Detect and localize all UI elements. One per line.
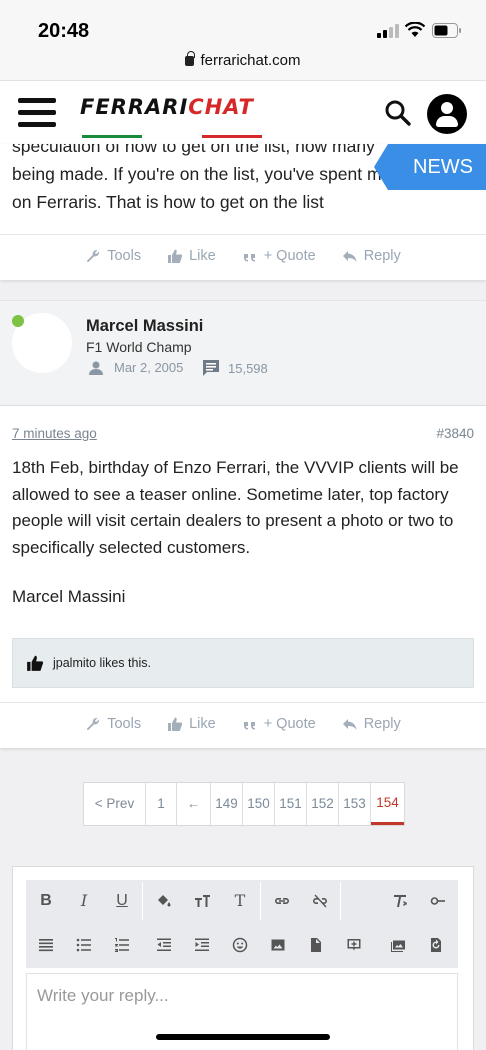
post-timestamp[interactable]: 7 minutes ago (12, 426, 97, 441)
site-header: FERRARICHAT (0, 80, 486, 144)
number-list-icon[interactable] (104, 926, 140, 964)
likes-summary: jpalmito likes this. (12, 638, 474, 688)
post-count: 15,598 (228, 361, 268, 376)
user-icon (89, 361, 103, 375)
like-button[interactable]: Like (167, 716, 216, 732)
post-actions: Tools Like + Quote Reply (0, 702, 486, 744)
news-tab[interactable]: NEWS (374, 144, 486, 190)
undo-icon[interactable] (418, 926, 454, 964)
author-name[interactable]: Marcel Massini (86, 317, 203, 336)
underline-button[interactable]: U (104, 882, 140, 920)
page-154-current[interactable]: 154 (371, 783, 404, 825)
outdent-icon[interactable] (146, 926, 182, 964)
page-153[interactable]: 153 (339, 783, 371, 825)
post-actions: Tools Like + Quote Reply (0, 234, 486, 276)
account-icon[interactable] (427, 94, 467, 134)
smiley-icon[interactable] (222, 926, 258, 964)
italic-button[interactable]: I (66, 882, 102, 920)
pagination: < Prev 1 ← 149 150 151 152 153 154 (83, 782, 405, 826)
image-icon[interactable] (260, 926, 296, 964)
font-size-icon[interactable] (184, 882, 220, 920)
indent-icon[interactable] (184, 926, 220, 964)
post-body: 18th Feb, birthday of Enzo Ferrari, the … (12, 458, 459, 557)
wrench-icon (87, 249, 100, 262)
clear-format-icon[interactable] (382, 882, 418, 920)
page-150[interactable]: 150 (243, 783, 275, 825)
lock-icon (185, 51, 195, 66)
like-button[interactable]: Like (167, 248, 216, 264)
reply-icon (342, 718, 357, 730)
tools-button[interactable]: Tools (85, 248, 141, 264)
url-text: ferrarichat.com (200, 52, 301, 69)
reply-button[interactable]: Reply (342, 716, 401, 732)
site-logo[interactable]: FERRARICHAT (80, 95, 254, 119)
text-style-button[interactable]: T (222, 882, 258, 920)
file-icon[interactable] (298, 926, 334, 964)
likes-text[interactable]: jpalmito likes this. (53, 656, 151, 670)
bullet-list-icon[interactable] (66, 926, 102, 964)
thumbs-up-icon (27, 655, 44, 671)
toggle-icon[interactable] (420, 882, 456, 920)
address-bar[interactable]: ferrarichat.com (0, 51, 486, 69)
clock: 20:48 (38, 20, 90, 42)
media-icon[interactable] (336, 926, 372, 964)
post-card: 7 minutes ago #3840 18th Feb, birthday o… (0, 406, 486, 748)
author-info: Marcel Massini F1 World Champ Mar 2, 200… (0, 300, 486, 406)
logo-stripe (82, 125, 266, 138)
thumbs-up-icon (168, 249, 183, 263)
align-icon[interactable] (28, 926, 64, 964)
quote-button[interactable]: + Quote (242, 248, 316, 264)
post-number[interactable]: #3840 (436, 426, 474, 441)
menu-icon[interactable] (18, 98, 56, 128)
unlink-icon[interactable] (302, 882, 338, 920)
reply-button[interactable]: Reply (342, 248, 401, 264)
signal-icon (377, 24, 399, 38)
reply-icon (342, 250, 357, 262)
reply-editor: B I U T Write your reply... (12, 866, 474, 1050)
prev-page-button[interactable]: < Prev (84, 783, 146, 825)
join-date: Mar 2, 2005 (114, 360, 184, 375)
fill-color-icon[interactable] (146, 882, 182, 920)
message-icon (203, 360, 219, 376)
quote-button[interactable]: + Quote (242, 716, 316, 732)
editor-toolbar: B I U T (26, 880, 458, 968)
quote-icon (243, 253, 255, 261)
link-icon[interactable] (264, 882, 300, 920)
quote-icon (243, 721, 255, 729)
page-1[interactable]: 1 (146, 783, 177, 825)
page-149[interactable]: 149 (211, 783, 243, 825)
thumbs-up-icon (168, 717, 183, 731)
online-indicator (12, 315, 24, 327)
gallery-icon[interactable] (380, 926, 416, 964)
news-label: NEWS (413, 156, 473, 178)
home-indicator (156, 1034, 330, 1040)
tools-button[interactable]: Tools (85, 716, 141, 732)
author-title: F1 World Champ (86, 339, 192, 355)
search-icon[interactable] (384, 99, 412, 127)
battery-icon (432, 23, 461, 38)
wrench-icon (87, 717, 100, 730)
post-signature: Marcel Massini (12, 587, 126, 606)
bold-button[interactable]: B (28, 882, 64, 920)
page-jump-icon[interactable]: ← (177, 783, 211, 825)
page-152[interactable]: 152 (307, 783, 339, 825)
wifi-icon (405, 22, 425, 37)
page-151[interactable]: 151 (275, 783, 307, 825)
